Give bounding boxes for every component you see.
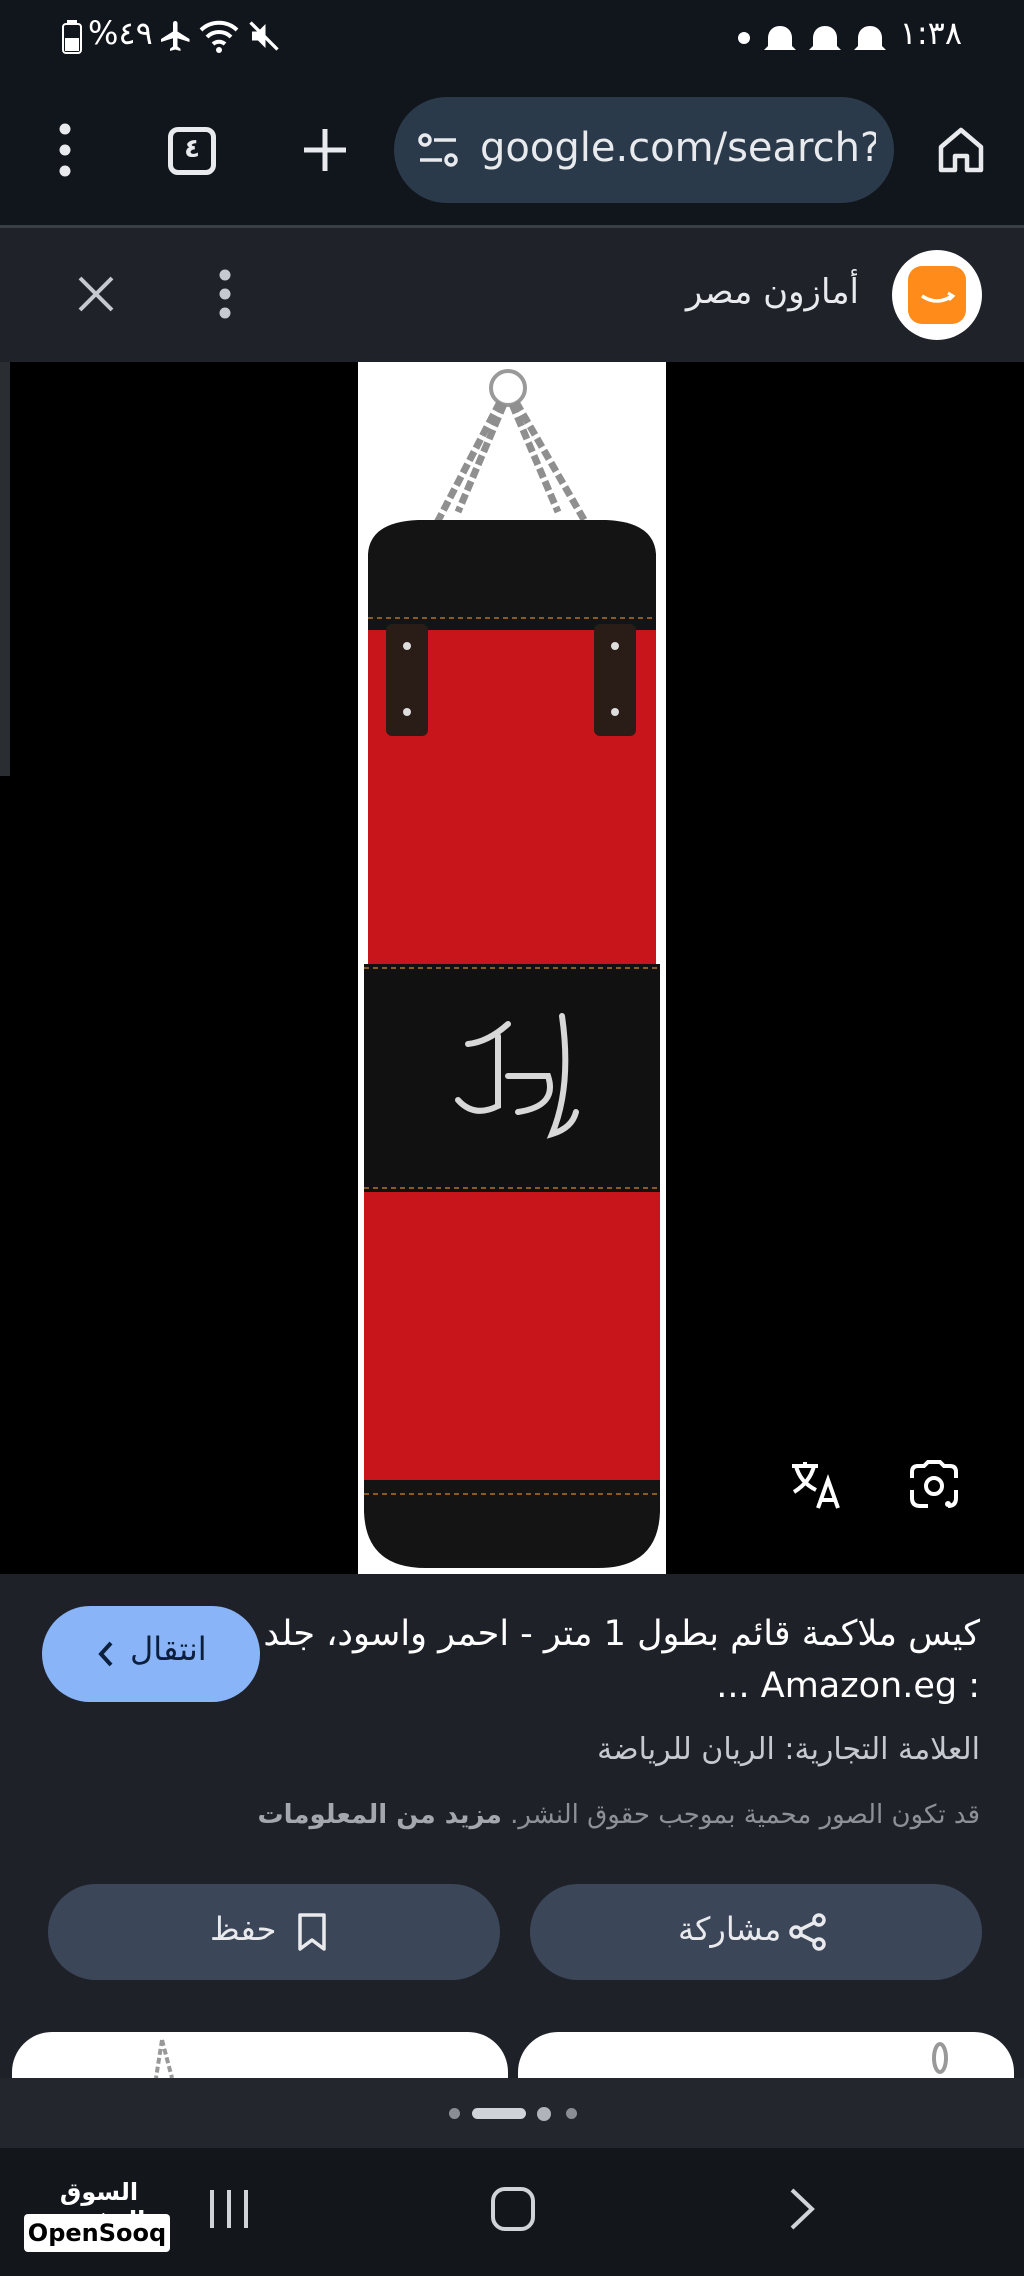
chevron-left-icon: [98, 1641, 113, 1667]
bookmark-icon: [298, 1913, 326, 1951]
status-bar: ١:٣٨ %٤٩: [0, 0, 1024, 75]
menu-dots-icon[interactable]: [50, 121, 80, 179]
page-dot: [566, 2108, 577, 2119]
notification-icons: [738, 26, 886, 50]
copyright-text: قد تكون الصور محمية بموجب حقوق النشر.: [510, 1800, 980, 1830]
translate-icon[interactable]: [790, 1460, 842, 1510]
close-icon[interactable]: [76, 274, 116, 314]
page-dot: [537, 2107, 551, 2121]
save-label: حفظ: [210, 1910, 277, 1948]
share-label: مشاركة: [678, 1910, 782, 1948]
product-image[interactable]: [358, 362, 666, 1574]
browser-toolbar: ٤ google.com/search?q: [0, 75, 1024, 225]
result-title[interactable]: كيس ملاكمة قائم بطول 1 متر - احمر واسود،…: [260, 1608, 980, 1712]
battery-percent: %٤٩: [88, 14, 153, 52]
home-nav-icon[interactable]: [490, 2186, 536, 2232]
tab-count: ٤: [184, 134, 200, 164]
plus-icon[interactable]: [300, 125, 350, 175]
back-nav-icon[interactable]: [782, 2186, 822, 2232]
page-dot: [449, 2108, 460, 2119]
scroll-edge: [0, 362, 10, 776]
image-viewer: [0, 362, 1024, 1574]
airplane-mode-icon: [161, 21, 190, 51]
tab-switcher-button[interactable]: ٤: [168, 127, 216, 175]
thumbnail-chain: [154, 2039, 174, 2078]
brand-text: العلامة التجارية: الريان للرياضة: [597, 1732, 980, 1767]
home-icon[interactable]: [936, 125, 986, 175]
mute-icon: [249, 21, 279, 51]
source-name[interactable]: أمازون مصر: [686, 272, 859, 312]
share-icon: [789, 1913, 826, 1951]
save-button[interactable]: حفظ: [48, 1884, 500, 1980]
battery-icon: [62, 20, 82, 54]
page-dot-active: [472, 2108, 526, 2119]
recent-apps-icon[interactable]: [206, 2186, 252, 2232]
more-options-icon[interactable]: [210, 268, 240, 320]
related-image-thumbnail[interactable]: [518, 2032, 1014, 2078]
related-image-thumbnail[interactable]: [12, 2032, 508, 2078]
visit-button[interactable]: انتقال: [42, 1606, 260, 1702]
lens-icon[interactable]: [908, 1460, 960, 1510]
amazon-logo: [892, 250, 982, 340]
site-settings-icon[interactable]: [416, 129, 460, 171]
watermark-english: OpenSooq: [24, 2214, 170, 2252]
share-button[interactable]: مشاركة: [530, 1884, 982, 1980]
info-panel: انتقال كيس ملاكمة قائم بطول 1 متر - احمر…: [0, 1574, 1024, 2078]
more-info-link[interactable]: مزيد من المعلومات: [257, 1800, 501, 1830]
visit-label: انتقال: [130, 1630, 207, 1668]
thumbnail-chain: [932, 2042, 948, 2074]
copyright-notice: قد تكون الصور محمية بموجب حقوق النشر. مز…: [257, 1800, 980, 1830]
page-indicator: [0, 2078, 1024, 2148]
amazon-smile-icon: [921, 291, 956, 303]
url-text[interactable]: google.com/search?q: [480, 125, 876, 171]
system-nav-bar: السوق المفتوح OpenSooq: [0, 2148, 1024, 2276]
wifi-icon: [199, 20, 239, 53]
url-bar[interactable]: google.com/search?q: [394, 97, 894, 203]
punching-bag-illustration: [364, 369, 660, 1568]
source-header: أمازون مصر: [0, 225, 1024, 362]
